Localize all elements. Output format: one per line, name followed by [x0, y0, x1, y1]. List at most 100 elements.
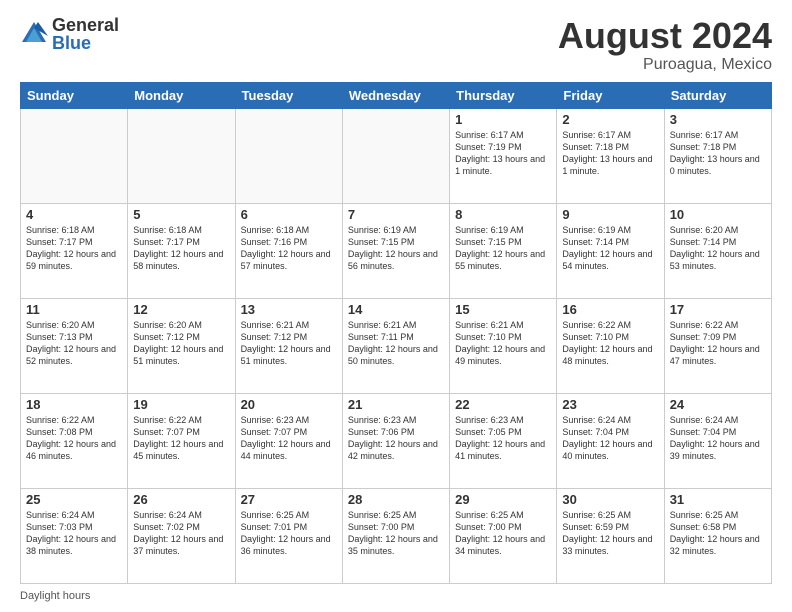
day-info: Sunrise: 6:23 AMSunset: 7:07 PMDaylight:…	[241, 414, 337, 463]
calendar-cell-w5d7: 31 Sunrise: 6:25 AMSunset: 6:58 PMDayligh…	[664, 488, 771, 583]
calendar-cell-w3d2: 12 Sunrise: 6:20 AMSunset: 7:12 PMDayligh…	[128, 298, 235, 393]
day-number: 24	[670, 397, 766, 412]
day-number: 30	[562, 492, 658, 507]
day-info: Sunrise: 6:22 AMSunset: 7:10 PMDaylight:…	[562, 319, 658, 368]
calendar-header-row: Sunday Monday Tuesday Wednesday Thursday…	[21, 82, 772, 108]
calendar-cell-w3d1: 11 Sunrise: 6:20 AMSunset: 7:13 PMDayligh…	[21, 298, 128, 393]
day-info: Sunrise: 6:25 AMSunset: 7:01 PMDaylight:…	[241, 509, 337, 558]
calendar-cell-w2d5: 8 Sunrise: 6:19 AMSunset: 7:15 PMDaylight…	[450, 203, 557, 298]
header-sunday: Sunday	[21, 82, 128, 108]
calendar-cell-w5d5: 29 Sunrise: 6:25 AMSunset: 7:00 PMDayligh…	[450, 488, 557, 583]
day-number: 27	[241, 492, 337, 507]
calendar-cell-w4d5: 22 Sunrise: 6:23 AMSunset: 7:05 PMDayligh…	[450, 393, 557, 488]
day-info: Sunrise: 6:18 AMSunset: 7:17 PMDaylight:…	[26, 224, 122, 273]
day-info: Sunrise: 6:25 AMSunset: 7:00 PMDaylight:…	[348, 509, 444, 558]
location-subtitle: Puroagua, Mexico	[558, 56, 772, 74]
day-info: Sunrise: 6:24 AMSunset: 7:04 PMDaylight:…	[670, 414, 766, 463]
day-info: Sunrise: 6:18 AMSunset: 7:16 PMDaylight:…	[241, 224, 337, 273]
day-number: 29	[455, 492, 551, 507]
calendar-cell-w4d3: 20 Sunrise: 6:23 AMSunset: 7:07 PMDayligh…	[235, 393, 342, 488]
day-info: Sunrise: 6:18 AMSunset: 7:17 PMDaylight:…	[133, 224, 229, 273]
day-number: 31	[670, 492, 766, 507]
day-number: 21	[348, 397, 444, 412]
calendar-cell-w5d6: 30 Sunrise: 6:25 AMSunset: 6:59 PMDayligh…	[557, 488, 664, 583]
header-monday: Monday	[128, 82, 235, 108]
calendar-cell-w4d1: 18 Sunrise: 6:22 AMSunset: 7:08 PMDayligh…	[21, 393, 128, 488]
day-info: Sunrise: 6:19 AMSunset: 7:15 PMDaylight:…	[455, 224, 551, 273]
calendar-cell-w4d2: 19 Sunrise: 6:22 AMSunset: 7:07 PMDayligh…	[128, 393, 235, 488]
calendar-cell-w1d6: 2 Sunrise: 6:17 AMSunset: 7:18 PMDaylight…	[557, 108, 664, 203]
calendar-cell-w1d1	[21, 108, 128, 203]
header-saturday: Saturday	[664, 82, 771, 108]
calendar-cell-w5d2: 26Sunrise: 6:24 AMSunset: 7:02 PMDayligh…	[128, 488, 235, 583]
day-info: Sunrise: 6:25 AMSunset: 6:58 PMDaylight:…	[670, 509, 766, 558]
calendar-cell-w2d2: 5 Sunrise: 6:18 AMSunset: 7:17 PMDaylight…	[128, 203, 235, 298]
calendar-cell-w4d6: 23Sunrise: 6:24 AMSunset: 7:04 PMDayligh…	[557, 393, 664, 488]
day-number: 16	[562, 302, 658, 317]
calendar-cell-w1d4	[342, 108, 449, 203]
title-block: August 2024 Puroagua, Mexico	[558, 16, 772, 74]
day-info: Sunrise: 6:23 AMSunset: 7:05 PMDaylight:…	[455, 414, 551, 463]
calendar-cell-w2d7: 10Sunrise: 6:20 AMSunset: 7:14 PMDayligh…	[664, 203, 771, 298]
day-number: 6	[241, 207, 337, 222]
day-info: Sunrise: 6:25 AMSunset: 7:00 PMDaylight:…	[455, 509, 551, 558]
day-number: 18	[26, 397, 122, 412]
day-info: Sunrise: 6:25 AMSunset: 6:59 PMDaylight:…	[562, 509, 658, 558]
calendar-week-2: 4Sunrise: 6:18 AMSunset: 7:17 PMDaylight…	[21, 203, 772, 298]
day-number: 19	[133, 397, 229, 412]
calendar-cell-w4d4: 21 Sunrise: 6:23 AMSunset: 7:06 PMDayligh…	[342, 393, 449, 488]
day-info: Sunrise: 6:19 AMSunset: 7:14 PMDaylight:…	[562, 224, 658, 273]
day-number: 15	[455, 302, 551, 317]
day-info: Sunrise: 6:21 AMSunset: 7:12 PMDaylight:…	[241, 319, 337, 368]
calendar-cell-w1d3	[235, 108, 342, 203]
day-info: Sunrise: 6:17 AMSunset: 7:18 PMDaylight:…	[562, 129, 658, 178]
day-number: 7	[348, 207, 444, 222]
day-number: 12	[133, 302, 229, 317]
day-info: Sunrise: 6:20 AMSunset: 7:12 PMDaylight:…	[133, 319, 229, 368]
day-info: Sunrise: 6:22 AMSunset: 7:07 PMDaylight:…	[133, 414, 229, 463]
day-info: Sunrise: 6:17 AMSunset: 7:19 PMDaylight:…	[455, 129, 551, 178]
header-thursday: Thursday	[450, 82, 557, 108]
day-number: 25	[26, 492, 122, 507]
day-number: 20	[241, 397, 337, 412]
calendar-cell-w2d1: 4Sunrise: 6:18 AMSunset: 7:17 PMDaylight…	[21, 203, 128, 298]
day-number: 14	[348, 302, 444, 317]
header-friday: Friday	[557, 82, 664, 108]
day-number: 8	[455, 207, 551, 222]
month-year-title: August 2024	[558, 16, 772, 56]
calendar-week-1: 1Sunrise: 6:17 AMSunset: 7:19 PMDaylight…	[21, 108, 772, 203]
day-info: Sunrise: 6:24 AMSunset: 7:02 PMDaylight:…	[133, 509, 229, 558]
page: General Blue August 2024 Puroagua, Mexic…	[0, 0, 792, 612]
day-info: Sunrise: 6:23 AMSunset: 7:06 PMDaylight:…	[348, 414, 444, 463]
logo: General Blue	[20, 16, 119, 52]
calendar-cell-w3d4: 14 Sunrise: 6:21 AMSunset: 7:11 PMDayligh…	[342, 298, 449, 393]
day-info: Sunrise: 6:22 AMSunset: 7:08 PMDaylight:…	[26, 414, 122, 463]
day-number: 2	[562, 112, 658, 127]
calendar-table: Sunday Monday Tuesday Wednesday Thursday…	[20, 82, 772, 584]
day-info: Sunrise: 6:21 AMSunset: 7:11 PMDaylight:…	[348, 319, 444, 368]
calendar-cell-w1d5: 1Sunrise: 6:17 AMSunset: 7:19 PMDaylight…	[450, 108, 557, 203]
day-info: Sunrise: 6:22 AMSunset: 7:09 PMDaylight:…	[670, 319, 766, 368]
logo-icon	[20, 20, 48, 48]
day-info: Sunrise: 6:19 AMSunset: 7:15 PMDaylight:…	[348, 224, 444, 273]
calendar-cell-w3d6: 16 Sunrise: 6:22 AMSunset: 7:10 PMDayligh…	[557, 298, 664, 393]
day-number: 13	[241, 302, 337, 317]
logo-general-text: General	[52, 16, 119, 34]
calendar-week-4: 18 Sunrise: 6:22 AMSunset: 7:08 PMDayligh…	[21, 393, 772, 488]
day-number: 5	[133, 207, 229, 222]
calendar-cell-w2d4: 7 Sunrise: 6:19 AMSunset: 7:15 PMDaylight…	[342, 203, 449, 298]
day-info: Sunrise: 6:20 AMSunset: 7:13 PMDaylight:…	[26, 319, 122, 368]
calendar-week-3: 11 Sunrise: 6:20 AMSunset: 7:13 PMDayligh…	[21, 298, 772, 393]
calendar-cell-w1d2	[128, 108, 235, 203]
day-info: Sunrise: 6:21 AMSunset: 7:10 PMDaylight:…	[455, 319, 551, 368]
header-tuesday: Tuesday	[235, 82, 342, 108]
calendar-cell-w3d7: 17Sunrise: 6:22 AMSunset: 7:09 PMDayligh…	[664, 298, 771, 393]
calendar-week-5: 25Sunrise: 6:24 AMSunset: 7:03 PMDayligh…	[21, 488, 772, 583]
calendar-cell-w2d3: 6 Sunrise: 6:18 AMSunset: 7:16 PMDaylight…	[235, 203, 342, 298]
calendar-cell-w2d6: 9 Sunrise: 6:19 AMSunset: 7:14 PMDaylight…	[557, 203, 664, 298]
day-number: 9	[562, 207, 658, 222]
header: General Blue August 2024 Puroagua, Mexic…	[20, 16, 772, 74]
day-number: 22	[455, 397, 551, 412]
day-number: 11	[26, 302, 122, 317]
day-info: Sunrise: 6:17 AMSunset: 7:18 PMDaylight:…	[670, 129, 766, 178]
